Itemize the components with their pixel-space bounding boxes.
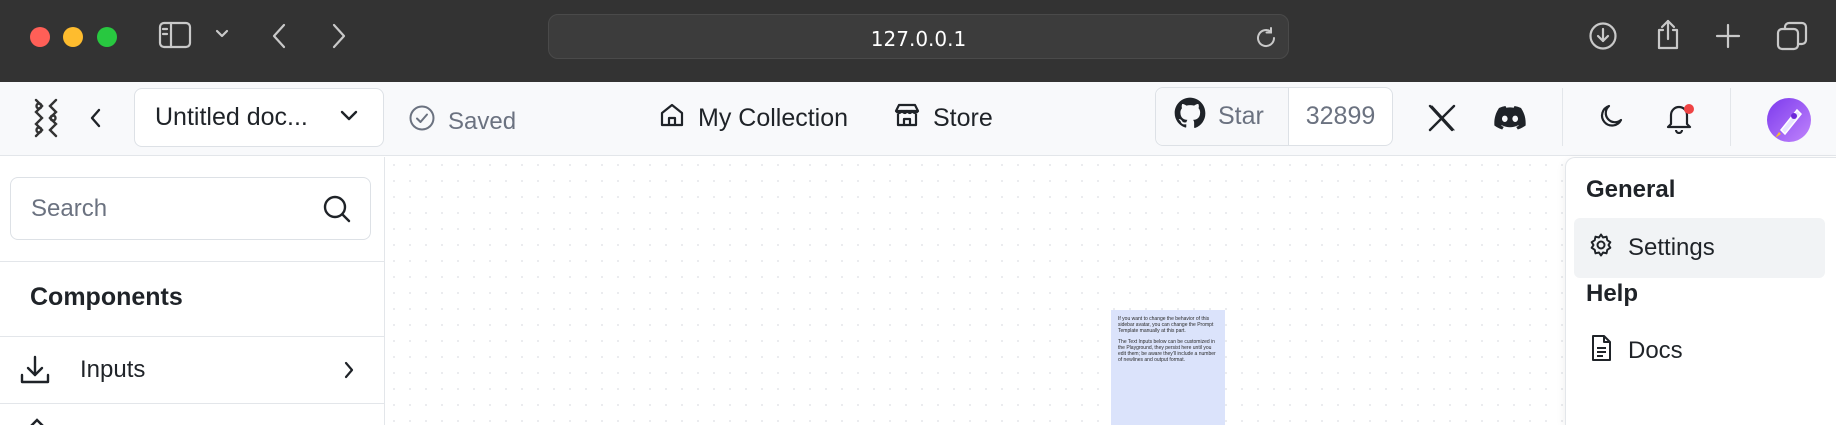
menu-item-docs-label: Docs <box>1628 337 1683 364</box>
dark-mode-moon-icon[interactable] <box>1597 102 1627 132</box>
home-icon <box>658 101 686 136</box>
menu-heading-help: Help <box>1586 280 1639 307</box>
menu-item-settings[interactable]: Settings <box>1574 218 1825 278</box>
header-divider <box>1562 88 1563 146</box>
nav-my-collection[interactable]: My Collection <box>658 101 848 136</box>
github-icon <box>1174 97 1206 136</box>
app-header: Untitled doc... Saved My Collection Stor… <box>0 82 1836 156</box>
note-paragraph: If you want to change the behavior of th… <box>1118 316 1214 334</box>
app-logo-icon[interactable] <box>28 96 64 142</box>
url-text: 127.0.0.1 <box>870 27 967 51</box>
github-star-widget[interactable]: Star 32899 <box>1155 87 1393 146</box>
sidebar-item-inputs[interactable]: Inputs <box>0 337 384 403</box>
note-node[interactable]: If you want to change the behavior of th… <box>1111 310 1225 425</box>
collapse-chevron-left-icon[interactable] <box>88 106 104 130</box>
note-paragraph: The Text Inputs below can be customized … <box>1118 339 1216 363</box>
user-menu-dropdown: General Settings Help Docs <box>1565 157 1836 425</box>
notification-dot <box>1684 104 1694 114</box>
search-input[interactable] <box>31 192 301 226</box>
download-icon <box>18 353 52 392</box>
document-selector[interactable]: Untitled doc... <box>134 88 384 147</box>
sidebar-toggle-icon[interactable] <box>158 20 192 50</box>
download-icon[interactable] <box>1588 21 1618 51</box>
share-icon[interactable] <box>1654 19 1682 51</box>
reload-icon[interactable] <box>1254 26 1278 55</box>
gear-icon <box>1588 232 1614 265</box>
save-status: Saved <box>408 104 516 139</box>
nav-store-label: Store <box>933 104 993 132</box>
menu-item-settings-label: Settings <box>1628 234 1715 261</box>
store-icon <box>893 101 921 136</box>
address-bar[interactable]: 127.0.0.1 <box>548 14 1289 59</box>
forward-arrow-icon[interactable] <box>330 22 348 50</box>
back-arrow-icon[interactable] <box>270 22 288 50</box>
menu-item-docs[interactable]: Docs <box>1574 321 1825 381</box>
nav-my-collection-label: My Collection <box>698 104 849 132</box>
header-divider <box>1730 88 1731 146</box>
check-circle-icon <box>408 104 436 139</box>
save-status-label: Saved <box>448 107 517 135</box>
chevron-down-icon <box>339 109 359 128</box>
next-item-icon <box>28 414 46 425</box>
chevron-down-icon[interactable] <box>214 28 230 40</box>
tab-overview-icon[interactable] <box>1776 21 1808 51</box>
document-title: Untitled doc... <box>155 103 308 131</box>
new-tab-plus-icon[interactable] <box>1714 22 1742 50</box>
x-twitter-icon[interactable] <box>1426 103 1458 133</box>
close-window-button[interactable] <box>30 27 50 47</box>
sidebar-item-label: Inputs <box>80 356 146 383</box>
sidebar-divider <box>0 261 385 262</box>
github-star-count: 32899 <box>1305 102 1376 130</box>
sidebar-divider <box>0 403 385 404</box>
chevron-right-icon <box>342 359 356 386</box>
minimize-window-button[interactable] <box>63 27 83 47</box>
sidebar-section-title: Components <box>30 283 183 311</box>
github-star-button[interactable]: Star <box>1156 88 1289 145</box>
search-box[interactable] <box>10 177 371 240</box>
zoom-window-button[interactable] <box>97 27 117 47</box>
discord-icon[interactable] <box>1493 104 1527 132</box>
menu-heading-general: General <box>1586 176 1676 203</box>
nav-store[interactable]: Store <box>893 101 993 136</box>
components-sidebar: Components Inputs <box>0 157 385 425</box>
github-star-label: Star <box>1218 102 1264 130</box>
browser-toolbar: 127.0.0.1 <box>0 0 1836 82</box>
avatar[interactable] <box>1767 98 1811 142</box>
document-icon <box>1588 334 1614 369</box>
notifications-bell-icon[interactable] <box>1664 100 1698 136</box>
search-icon[interactable] <box>322 194 352 229</box>
